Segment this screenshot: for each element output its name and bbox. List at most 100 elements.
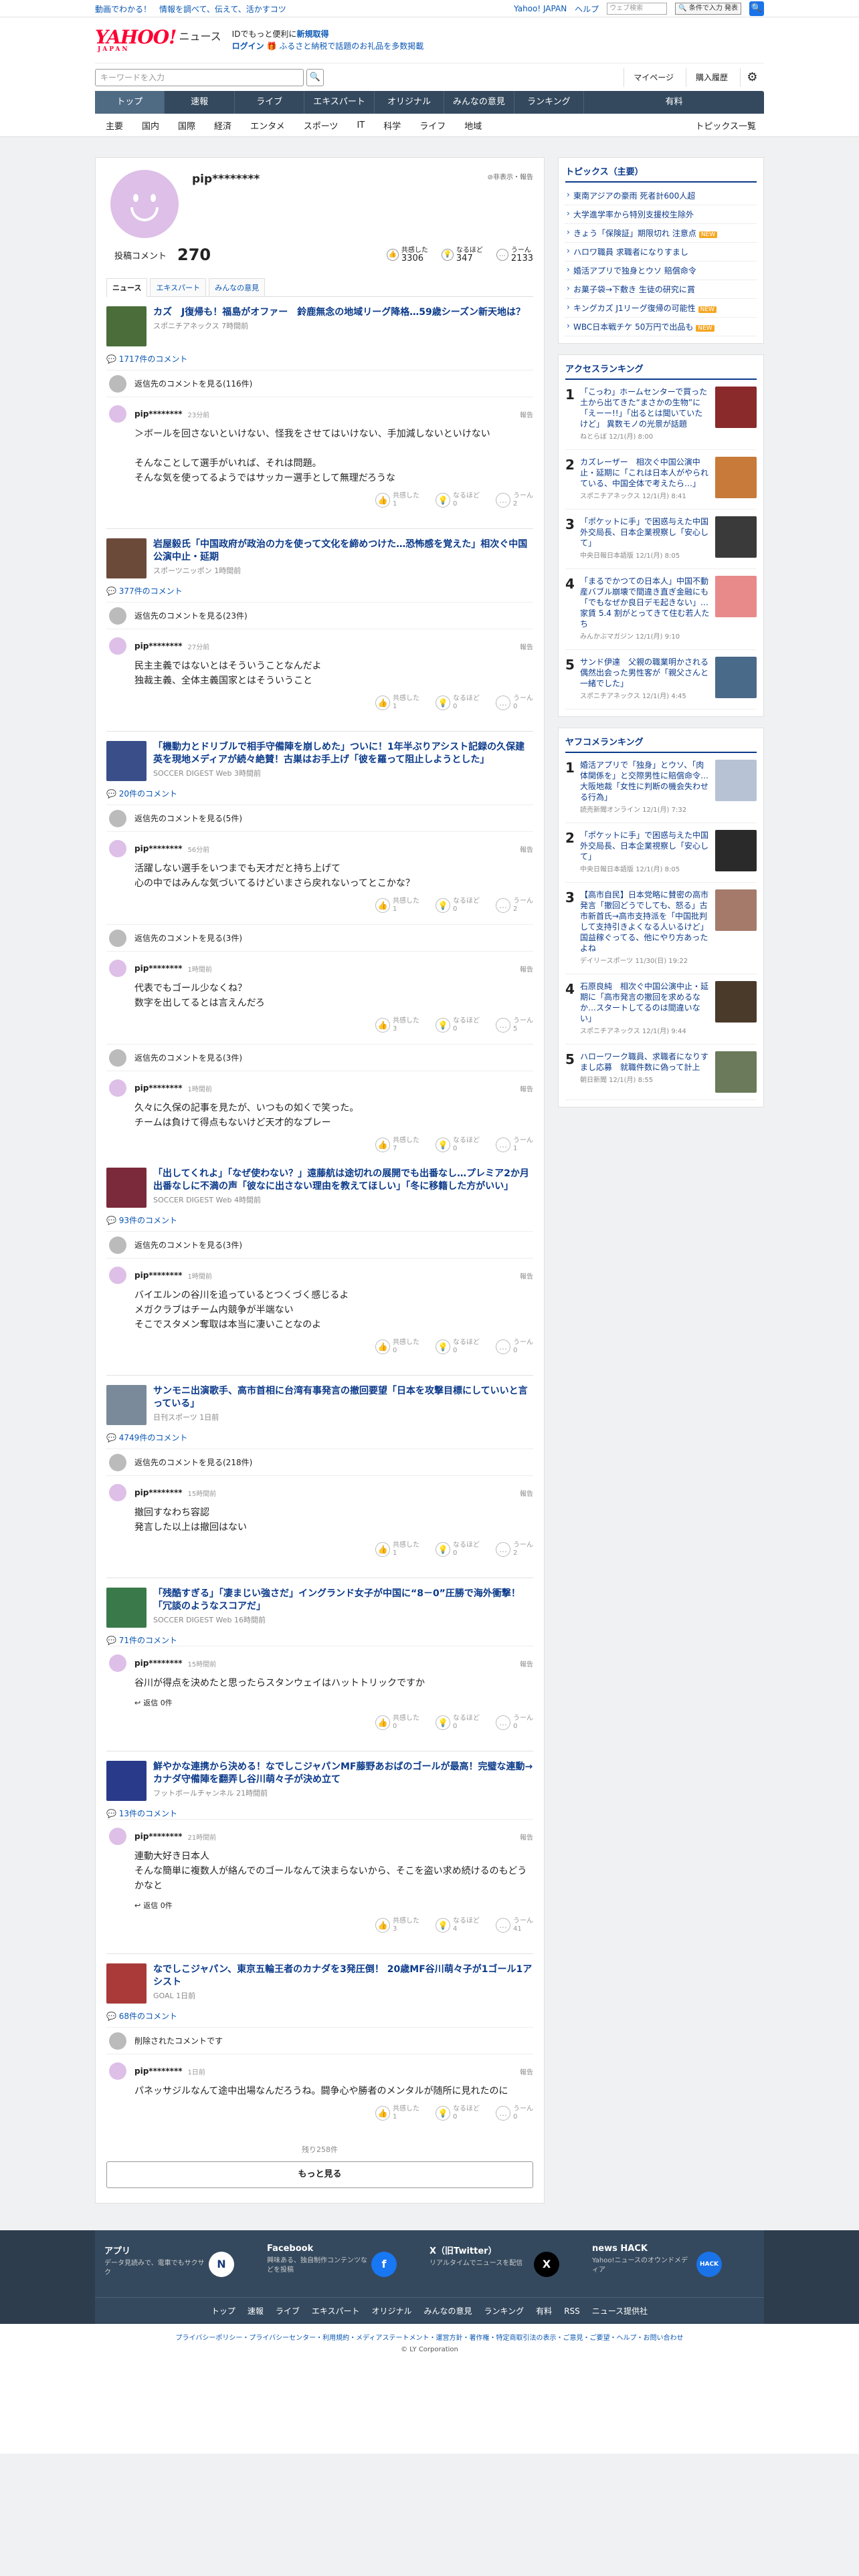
- insight-button[interactable]: 💡 なるほど 0: [436, 1137, 480, 1153]
- comment-count-link[interactable]: 💬 93件のコメント: [106, 1214, 533, 1226]
- ranking-item[interactable]: 4 「まるでかつての日本人」中国不動産バブル崩壊で間違き直ぎ金融にも「でもなぜか良…: [565, 569, 757, 650]
- nav-ranking[interactable]: ランキング: [514, 91, 585, 114]
- search-icon[interactable]: 🔍: [749, 1, 764, 16]
- hmm-button[interactable]: … うーん 2: [496, 1541, 533, 1558]
- topic-link[interactable]: 大学進学率から特別支援校生除外: [565, 205, 757, 224]
- nav-breaking[interactable]: 速報: [165, 91, 235, 114]
- furusato-link[interactable]: ふるさと納税で話題のお礼品を多数掲載: [279, 41, 423, 51]
- empathy-button[interactable]: 👍 共感した 1: [375, 1541, 419, 1558]
- reply-button[interactable]: ↩ 返信 0件: [134, 1900, 533, 1911]
- yahoo-japan-link[interactable]: Yahoo! JAPAN: [514, 4, 567, 13]
- hmm-button[interactable]: … うーん 5: [496, 1017, 533, 1033]
- comment-author[interactable]: pip********: [134, 964, 183, 973]
- reply-target-link[interactable]: 返信先のコメントを見る(3件): [106, 924, 533, 951]
- ranking-item[interactable]: 1 「こっわ」ホームセンターで買った土から出てきた“まさかの生物”に「えーー!!」…: [565, 380, 757, 450]
- hmm-button[interactable]: … うーん 0: [496, 1715, 533, 1731]
- cat-it[interactable]: IT: [357, 120, 365, 130]
- reply-target-link[interactable]: 返信先のコメントを見る(116件): [106, 370, 533, 397]
- ranking-item[interactable]: 1 婚活アプリで「独身」とウソ、「肉体関係を」と交際男性に賠償命令…大阪地裁「女性…: [565, 753, 757, 823]
- keyword-search-icon[interactable]: 🔍: [306, 68, 324, 86]
- comment-count-link[interactable]: 💬 68件のコメント: [106, 2010, 533, 2022]
- hmm-button[interactable]: … うーん 2: [496, 897, 533, 914]
- insight-button[interactable]: 💡 なるほど 0: [436, 695, 480, 711]
- report-link[interactable]: 報告: [520, 1083, 533, 1093]
- hmm-button[interactable]: … うーん 0: [496, 1339, 533, 1355]
- topics-list-link[interactable]: トピックス一覧: [695, 119, 756, 132]
- article-thumbnail[interactable]: [106, 741, 147, 781]
- report-link[interactable]: 報告: [520, 844, 533, 854]
- comment-author[interactable]: pip********: [134, 1832, 183, 1841]
- comment-author[interactable]: pip********: [134, 1658, 183, 1668]
- footer-nav-item[interactable]: エキスパート: [312, 2305, 360, 2317]
- ranking-item[interactable]: 3 【高市自民】日本党略に賛密の高市発言「撤回どうでしても、怒る」古市新首氏→高市…: [565, 883, 757, 974]
- keyword-input[interactable]: キーワードを入力: [95, 68, 304, 86]
- comment-author[interactable]: pip********: [134, 1083, 183, 1093]
- footer-nav-item[interactable]: オリジナル: [372, 2305, 412, 2317]
- ranking-item[interactable]: 5 ハローワーク職員、求職者になりすまし応募 就職件数に偽って計上 朝日新聞 12/…: [565, 1045, 757, 1100]
- gear-icon[interactable]: ⚙: [740, 68, 764, 87]
- cat-sports[interactable]: スポーツ: [304, 119, 339, 132]
- reply-target-link[interactable]: 返信先のコメントを見る(23件): [106, 602, 533, 629]
- comment-author[interactable]: pip********: [134, 2066, 183, 2076]
- nav-live[interactable]: ライブ: [235, 91, 305, 114]
- nav-expert[interactable]: エキスパート: [304, 91, 375, 114]
- footer-nav-item[interactable]: RSS: [564, 2306, 580, 2316]
- empathy-button[interactable]: 👍 共感した 1: [375, 492, 419, 508]
- reply-target-link[interactable]: 返信先のコメントを見る(5件): [106, 804, 533, 831]
- footer-nav-item[interactable]: 速報: [248, 2305, 264, 2317]
- article-title[interactable]: 鮮やかな連携から決める！なでしこジャパンMF藤野あおばのゴールが最高！完璧な連動…: [153, 1761, 533, 1786]
- tab-opinion[interactable]: みんなの意見: [209, 278, 266, 296]
- insight-button[interactable]: 💡 なるほど 0: [436, 1017, 480, 1033]
- article-thumbnail[interactable]: [106, 1963, 147, 2004]
- article-thumbnail[interactable]: [106, 538, 147, 578]
- footer-nav-item[interactable]: トップ: [211, 2305, 235, 2317]
- footer-links[interactable]: プライバシーポリシー・プライバシーセンター・利用規約・メディアステートメント・運…: [0, 2324, 859, 2346]
- report-link[interactable]: 報告: [520, 1271, 533, 1281]
- empathy-button[interactable]: 👍 共感した 1: [375, 2105, 419, 2121]
- insight-button[interactable]: 💡 なるほど 0: [436, 897, 480, 914]
- comment-author[interactable]: pip********: [134, 1488, 183, 1497]
- comment-count-link[interactable]: 💬 1717件のコメント: [106, 353, 533, 364]
- footer-nav-item[interactable]: ライブ: [276, 2305, 300, 2317]
- nav-paid[interactable]: 有料: [584, 91, 764, 114]
- hmm-button[interactable]: … うーん 0: [496, 695, 533, 711]
- comment-count-link[interactable]: 💬 13件のコメント: [106, 1808, 533, 1819]
- cat-science[interactable]: 科学: [383, 119, 401, 132]
- comment-count-link[interactable]: 💬 71件のコメント: [106, 1634, 533, 1646]
- report-link[interactable]: 報告: [520, 1488, 533, 1498]
- top-promo-link[interactable]: 動画でわかる！ 情報を調べて、伝えて、活かすコツ: [95, 3, 286, 15]
- article-title[interactable]: カズ J復帰も！福島がオファー 鈴鹿無念の地域リーグ降格…59歳シーズン新天地は…: [153, 306, 525, 319]
- load-more-button[interactable]: もっと見る: [106, 2161, 533, 2188]
- article-title[interactable]: サンモニ出演歌手、高市首相に台湾有事発言の撤回要望「日本を攻撃目標にしていいと言…: [153, 1385, 533, 1410]
- article-title[interactable]: 「機動力とドリブルで相手守備陣を崩しめた」ついに！1年半ぶりアシスト記録の久保建…: [153, 741, 533, 766]
- help-link[interactable]: ヘルプ: [575, 3, 599, 15]
- footer-nav-item[interactable]: ランキング: [484, 2305, 524, 2317]
- empathy-button[interactable]: 👍 共感した 7: [375, 1137, 419, 1153]
- hmm-button[interactable]: … うーん 0: [496, 2105, 533, 2121]
- article-title[interactable]: なでしこジャパン、東京五輪王者のカナダを3発圧倒！ 20歳MF谷川萌々子が1ゴー…: [153, 1963, 533, 1989]
- reply-button[interactable]: ↩ 返信 0件: [134, 1697, 533, 1708]
- insight-button[interactable]: 💡 なるほど 0: [436, 1715, 480, 1731]
- topic-link[interactable]: 婚活アプリで独身とウソ 賠償命令: [565, 261, 757, 280]
- empathy-button[interactable]: 👍 共感した 1: [375, 695, 419, 711]
- cat-main[interactable]: 主要: [106, 119, 123, 132]
- ranking-item[interactable]: 4 石原良純 相次ぐ中国公演中止・延期に「高市発言の撤回を求めるなか…スタートして…: [565, 974, 757, 1045]
- report-link[interactable]: 報告: [520, 641, 533, 651]
- report-link[interactable]: 報告: [520, 2066, 533, 2076]
- empathy-button[interactable]: 👍 共感した 1: [375, 897, 419, 914]
- purchase-history-link[interactable]: 購入履歴: [685, 68, 737, 87]
- empathy-button[interactable]: 👍 共感した 0: [375, 1339, 419, 1355]
- insight-button[interactable]: 💡 なるほど 0: [436, 492, 480, 508]
- empathy-button[interactable]: 👍 共感した 0: [375, 1715, 419, 1731]
- web-search-input[interactable]: ウェブ検索: [607, 3, 668, 15]
- nav-original[interactable]: オリジナル: [375, 91, 445, 114]
- cat-life[interactable]: ライフ: [419, 119, 446, 132]
- article-title[interactable]: 「出してくれよ」「なぜ使わない？」遠藤航は途切れの展開でも出番なし…プレミア2か…: [153, 1168, 533, 1193]
- topic-link[interactable]: きょう「保険証」期限切れ 注意点NEW: [565, 224, 757, 243]
- article-thumbnail[interactable]: [106, 1168, 147, 1208]
- topic-link[interactable]: ハロワ職員 求職者になりすまし: [565, 243, 757, 261]
- footer-nav-item[interactable]: ニュース提供社: [592, 2305, 648, 2317]
- search-condition-button[interactable]: 🔍 条件で入力 発表: [675, 3, 741, 15]
- report-link[interactable]: 報告: [520, 1658, 533, 1669]
- login-link[interactable]: ログイン: [232, 41, 264, 51]
